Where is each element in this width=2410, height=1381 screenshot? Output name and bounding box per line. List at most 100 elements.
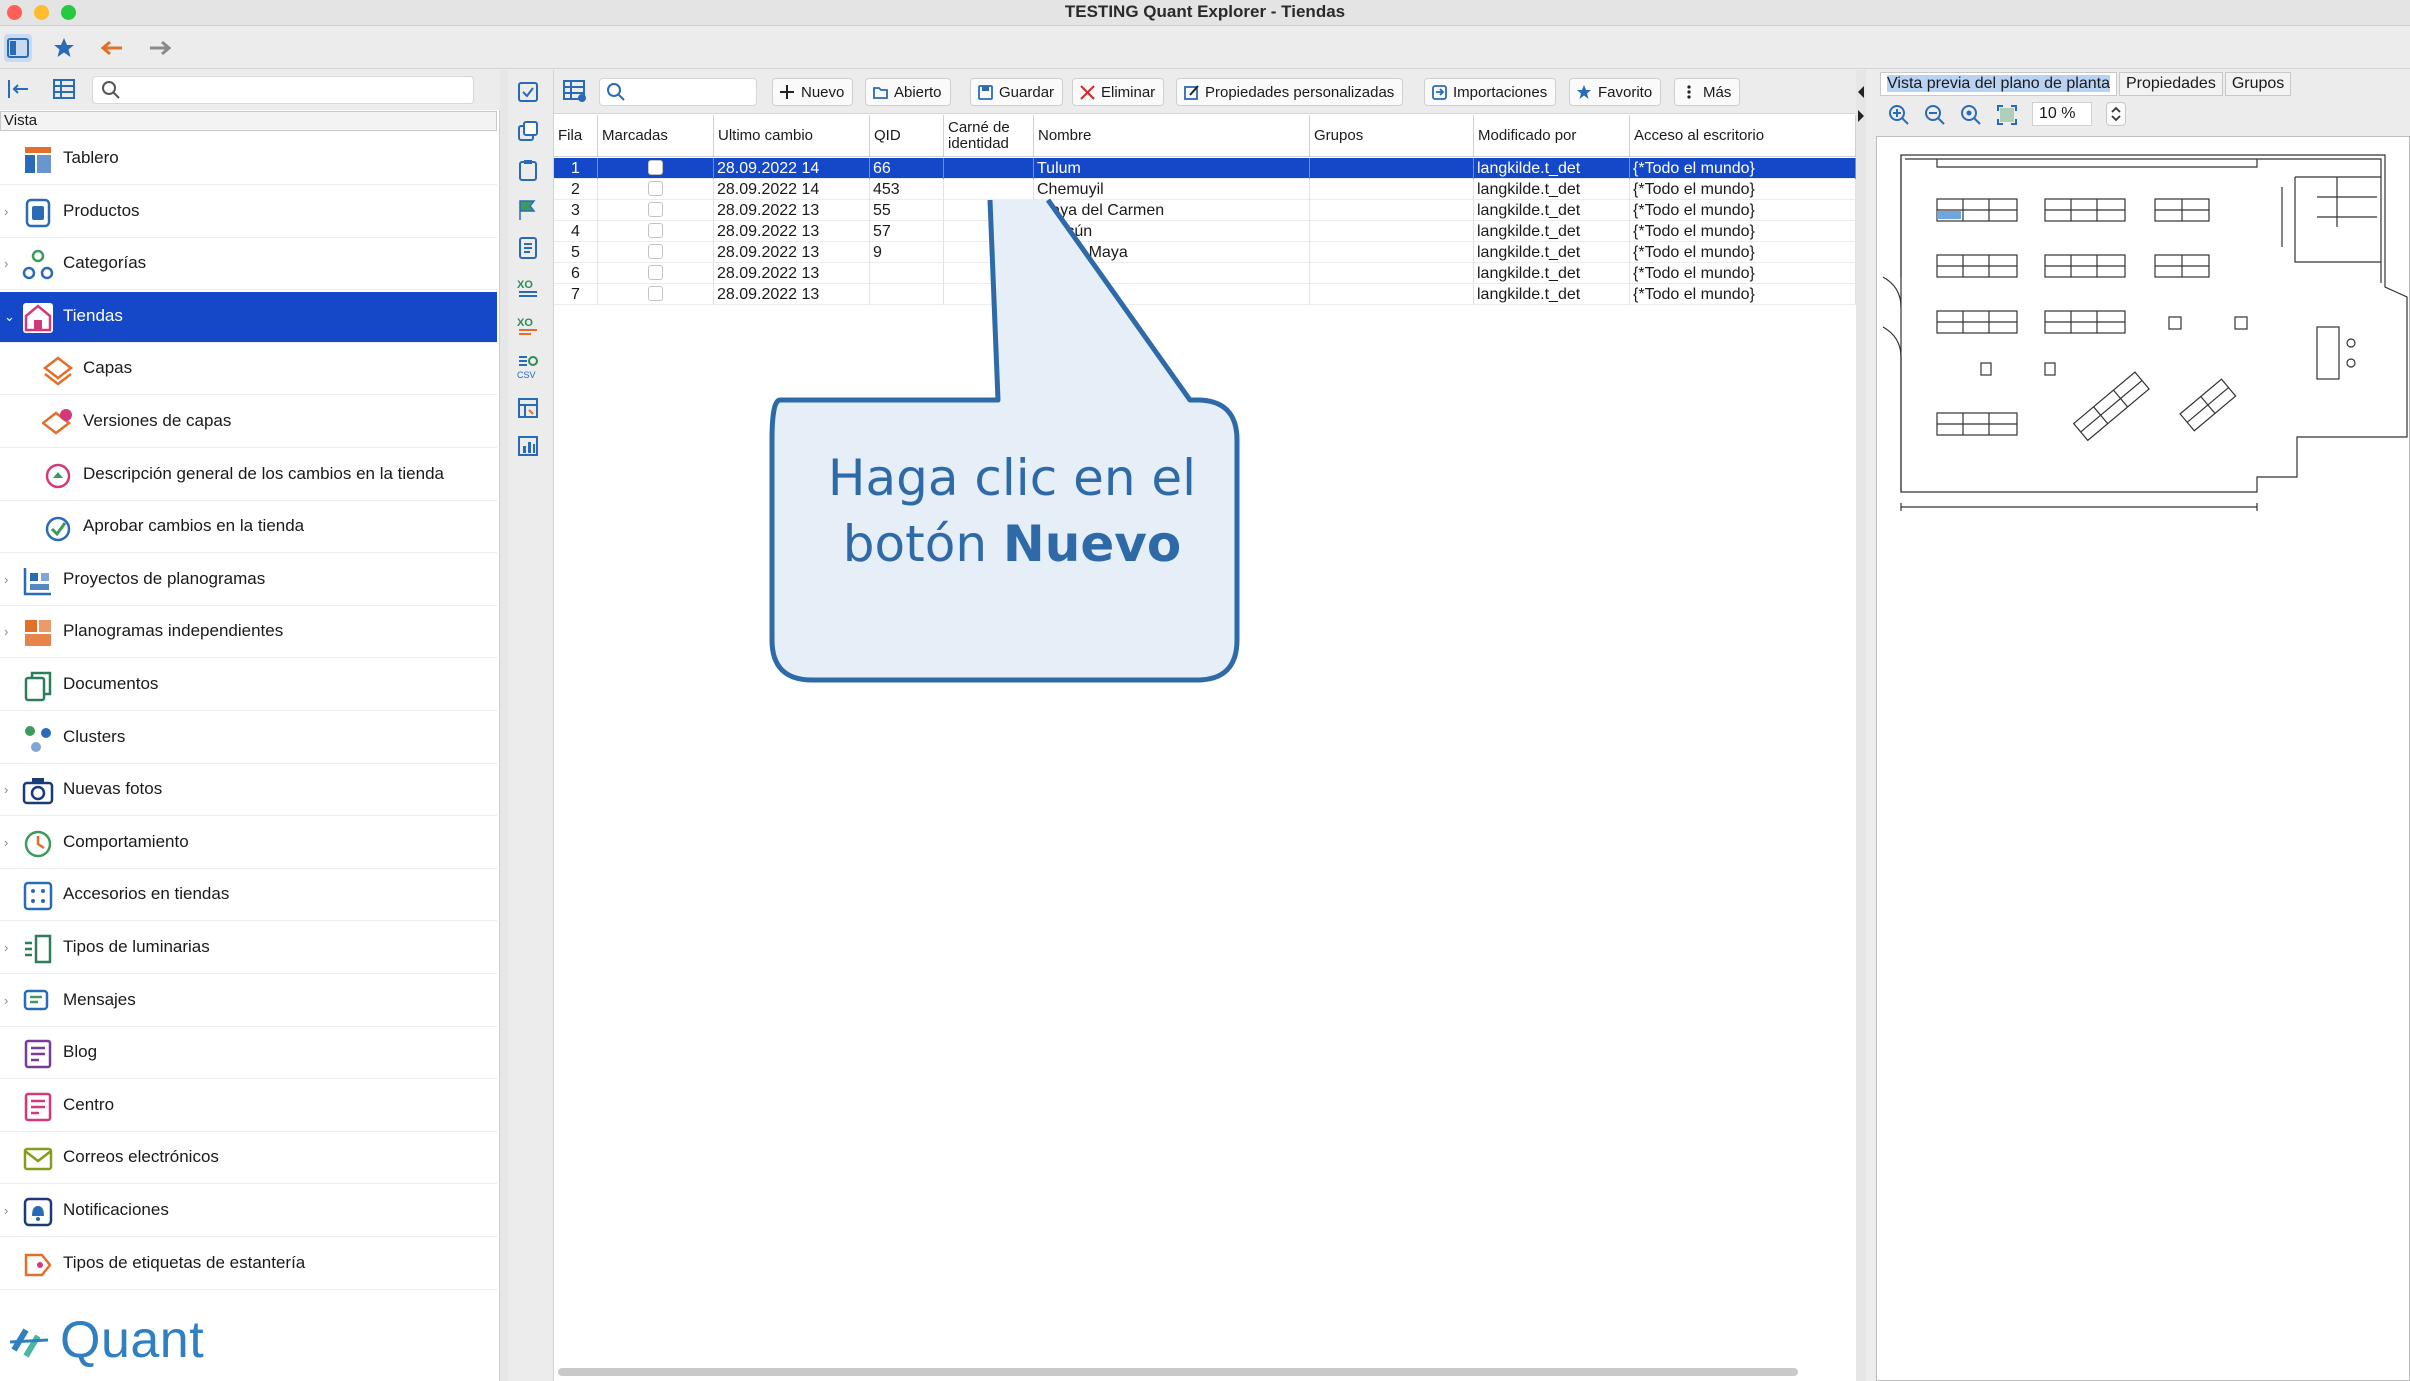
zoom-fit-button[interactable] <box>1996 104 2018 131</box>
chevron-right-icon[interactable]: › <box>4 835 14 850</box>
zoom-reset-button[interactable] <box>1960 104 1982 131</box>
sidebar-item[interactable]: › Productos <box>0 187 497 238</box>
sidebar-item[interactable]: Versiones de capas <box>0 397 497 448</box>
tree-collapse-icon <box>8 80 28 98</box>
zoom-bar: 10 % <box>1866 100 2410 130</box>
documents-icon <box>24 671 52 702</box>
chevron-down-icon[interactable]: ⌄ <box>4 309 15 324</box>
sidebar-item[interactable]: Tipos de etiquetas de estantería <box>0 1239 497 1290</box>
sidebar-item-label: Versiones de capas <box>83 411 232 430</box>
sidebar-item[interactable]: › Mensajes <box>0 976 497 1027</box>
copy-button[interactable] <box>516 120 544 148</box>
copy-icon <box>518 121 538 141</box>
left-splitter[interactable] <box>500 70 508 1381</box>
sidebar-item-label: Tipos de etiquetas de estantería <box>63 1252 306 1272</box>
sidebar-item[interactable]: › Tipos de luminarias <box>0 923 497 974</box>
chevron-right-icon[interactable]: › <box>4 204 14 219</box>
svg-text:XO: XO <box>517 317 533 329</box>
messages-icon <box>23 989 49 1010</box>
sidebar-item[interactable]: › Categorías <box>0 239 497 291</box>
sidebar-item-label: Nuevas fotos <box>63 779 163 799</box>
export-csv-button[interactable]: CSV <box>516 354 544 382</box>
flag-button[interactable] <box>516 198 544 226</box>
camera-icon <box>22 778 54 805</box>
store-changes-icon <box>45 463 71 488</box>
sidebar-toggle-button[interactable] <box>4 34 32 62</box>
sidebar-item[interactable]: › Comportamiento <box>0 818 497 869</box>
right-splitter[interactable] <box>1856 70 1866 1381</box>
paste-button[interactable] <box>516 158 544 186</box>
chevron-right-icon[interactable]: › <box>4 941 14 955</box>
window-title: TESTING Quant Explorer - Tiendas <box>1064 2 1346 21</box>
chevron-right-icon[interactable]: › <box>4 1204 14 1218</box>
sidebar-item[interactable]: Blog <box>0 1028 497 1080</box>
tab-label: Vista previa del plano de planta <box>1887 75 2110 92</box>
sidebar-item[interactable]: ⌄ Tiendas <box>0 291 497 343</box>
left-search-input[interactable] <box>92 76 474 104</box>
dashboard-icon <box>25 147 51 173</box>
sidebar-item[interactable]: Aprobar cambios en la tienda <box>0 502 497 554</box>
csv-icon: CSV <box>517 356 538 380</box>
chart-button[interactable] <box>516 434 544 462</box>
sidebar-item-label: Comportamiento <box>63 831 189 851</box>
sidebar-item[interactable]: › Nuevas fotos <box>0 765 497 817</box>
sidebar-item[interactable]: Descripción general de los cambios en la… <box>0 450 497 501</box>
sidebar-item[interactable]: Clusters <box>0 713 497 764</box>
sidebar-item[interactable]: Capas <box>0 344 497 396</box>
tab-groups[interactable]: Grupos <box>2224 72 2292 96</box>
store-icon <box>23 302 53 333</box>
tab-label: Propiedades <box>2125 75 2216 92</box>
sidebar-item-label: Capas <box>83 358 133 378</box>
sidebar-item[interactable]: Correos electrónicos <box>0 1133 497 1185</box>
forward-button[interactable] <box>146 34 174 62</box>
favorites-button[interactable] <box>50 34 78 62</box>
sidebar-item-label: Clusters <box>63 726 126 746</box>
zoom-stepper[interactable] <box>2106 102 2126 126</box>
zoom-actual-icon <box>1961 105 1981 125</box>
sidebar-item[interactable]: Centro <box>0 1081 497 1132</box>
sidebar-item[interactable]: Tablero <box>0 134 497 185</box>
sidebar-item[interactable]: › Notificaciones <box>0 1186 497 1237</box>
paste-icon <box>519 160 537 181</box>
sidebar-item-label: Planogramas independientes <box>63 621 284 641</box>
zoom-in-button[interactable] <box>1888 104 1910 131</box>
products-icon <box>25 198 51 227</box>
sidebar-item[interactable]: Documentos <box>0 660 497 711</box>
collapse-tree-button[interactable] <box>6 78 30 105</box>
floor-plan-preview[interactable] <box>1876 136 2410 1381</box>
callout-line1: Haga clic en el <box>827 449 1197 507</box>
view-header: Vista <box>0 111 497 131</box>
zoom-out-icon <box>1925 105 1945 125</box>
tab-label: Grupos <box>2231 75 2285 92</box>
chevron-right-icon[interactable]: › <box>4 257 14 271</box>
left-toolbar <box>0 70 500 110</box>
report-icon <box>518 398 538 418</box>
chevron-right-icon[interactable]: › <box>4 572 14 587</box>
shelf-label-icon <box>24 1253 52 1276</box>
document-button[interactable] <box>516 236 544 264</box>
select-all-button[interactable] <box>516 80 544 108</box>
table-view-button[interactable] <box>52 78 76 105</box>
table-icon <box>53 79 75 99</box>
chevron-right-icon[interactable]: › <box>4 783 14 797</box>
back-button[interactable] <box>98 34 126 62</box>
sidebar-item[interactable]: › Proyectos de planogramas <box>0 555 497 606</box>
sidebar-item[interactable]: › Planogramas independientes <box>0 607 497 659</box>
chevron-right-icon[interactable]: › <box>4 625 14 639</box>
fixture-types-icon <box>25 934 52 964</box>
zoom-level-input[interactable]: 10 % <box>2032 102 2092 126</box>
sidebar-item[interactable]: Accesorios en tiendas <box>0 870 497 922</box>
logo-text: Quant <box>60 1311 205 1369</box>
tab-properties[interactable]: Propiedades <box>2118 72 2223 96</box>
sidebar-item-label: Accesorios en tiendas <box>63 884 230 904</box>
sidebar-icon <box>7 38 29 58</box>
chevron-right-icon[interactable]: › <box>4 993 14 1008</box>
export-xls-button[interactable]: XO <box>516 276 544 304</box>
zoom-out-button[interactable] <box>1924 104 1946 131</box>
bar-chart-icon <box>518 436 538 456</box>
floor-plan-drawing <box>1882 154 2408 511</box>
import-xls-button[interactable]: XO <box>516 314 544 342</box>
blog-icon <box>24 1039 52 1069</box>
tab-floor-plan-preview[interactable]: Vista previa del plano de planta <box>1880 72 2117 96</box>
report-button[interactable] <box>516 396 544 424</box>
